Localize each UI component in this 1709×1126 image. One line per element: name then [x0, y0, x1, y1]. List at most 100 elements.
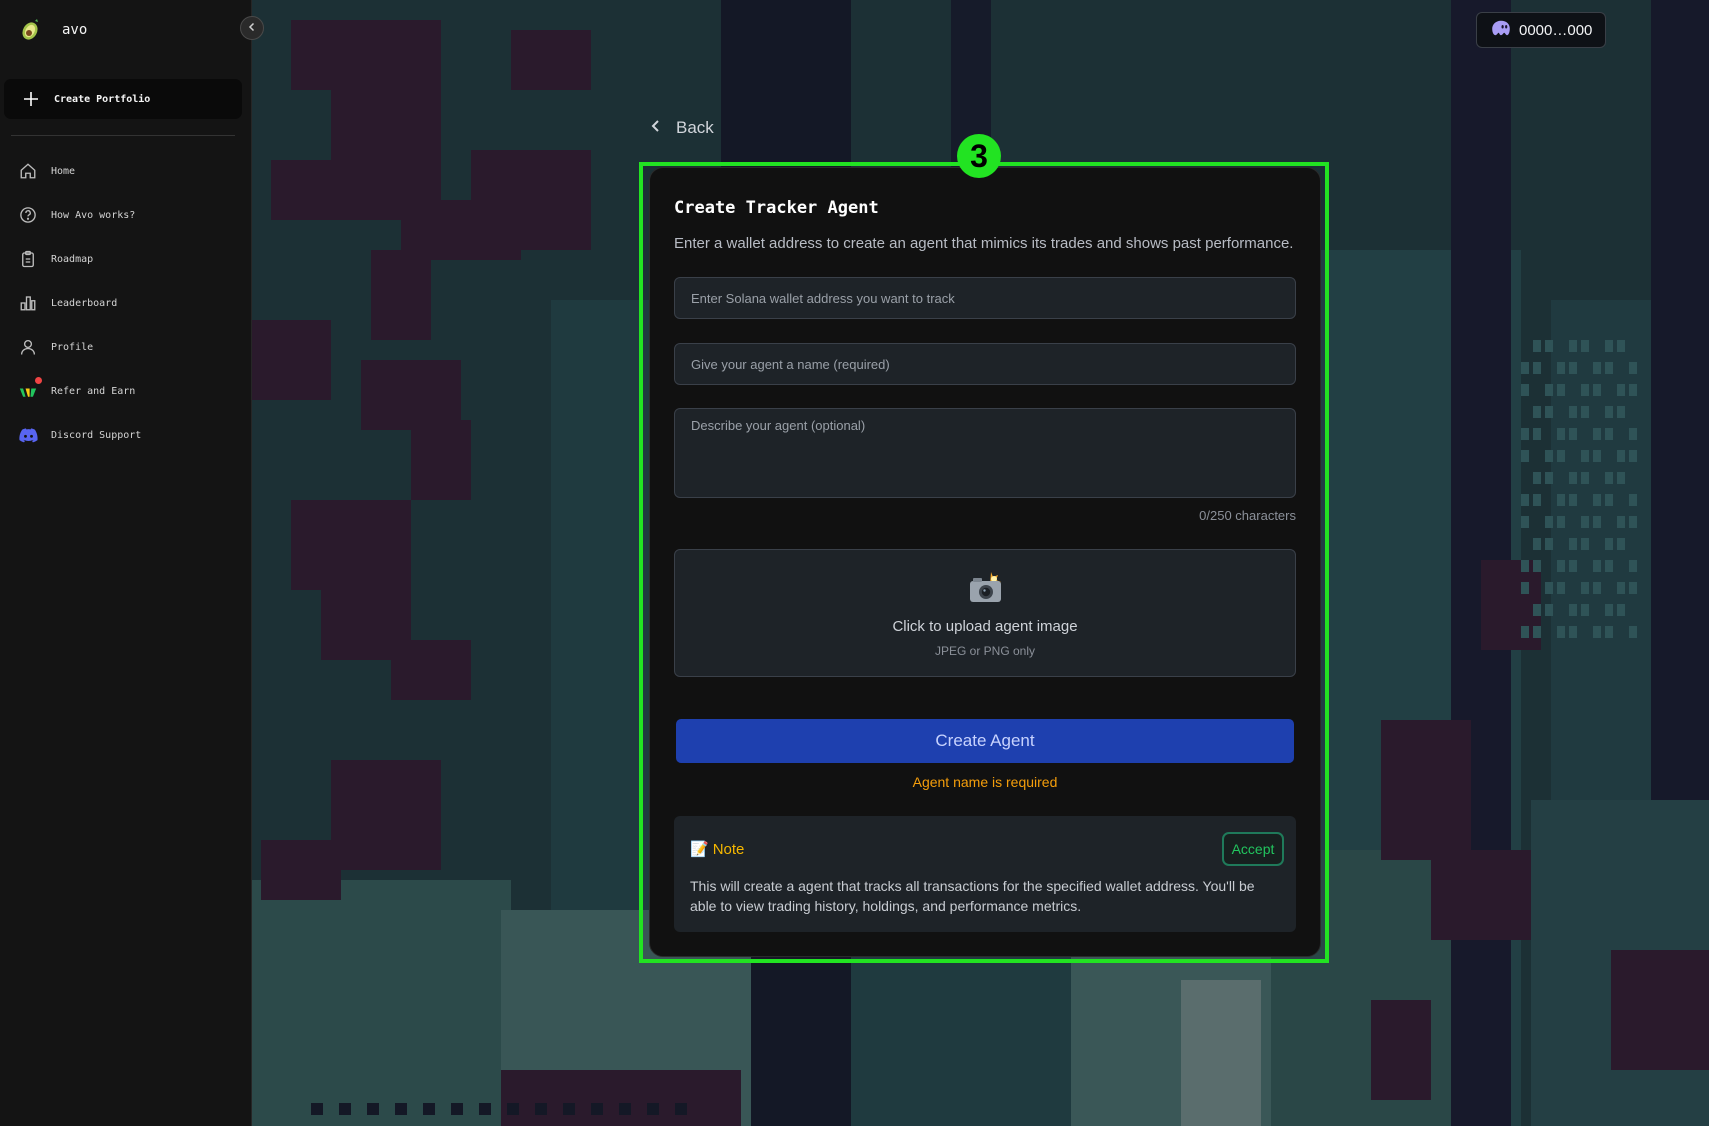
chevron-left-icon — [650, 119, 662, 138]
sidebar-item-how-avo-works[interactable]: How Avo works? — [0, 193, 251, 237]
note-body: This will create a agent that tracks all… — [690, 878, 1255, 914]
background-window — [1581, 406, 1589, 418]
background-pixel-block — [1181, 980, 1261, 1126]
note-panel: 📝 Note Accept This will create a agent t… — [674, 816, 1296, 932]
background-window — [1629, 450, 1637, 462]
background-window — [1605, 560, 1613, 572]
camera-flash-icon — [967, 570, 1005, 604]
sidebar-item-roadmap[interactable]: Roadmap — [0, 237, 251, 281]
background-pixel-block — [251, 320, 331, 400]
background-pixel-block — [1431, 850, 1531, 940]
notification-dot — [35, 377, 42, 384]
sidebar-item-discord-support[interactable]: Discord Support — [0, 413, 251, 457]
background-pixel-block — [411, 420, 471, 500]
background-pixel-block — [261, 840, 341, 900]
plus-icon — [20, 91, 42, 107]
background-window — [1593, 626, 1601, 638]
background-window — [1533, 560, 1541, 572]
background-pixel-block — [1651, 0, 1709, 800]
background-window — [1533, 362, 1541, 374]
background-window — [1581, 450, 1589, 462]
background-window — [591, 1103, 603, 1115]
background-window — [1557, 516, 1565, 528]
background-window — [1545, 516, 1553, 528]
background-window — [1581, 472, 1589, 484]
background-window — [1545, 450, 1553, 462]
sidebar-item-home[interactable]: Home — [0, 149, 251, 193]
background-window — [1557, 626, 1565, 638]
wallet-button[interactable]: 0000…000 — [1476, 12, 1606, 48]
sidebar-item-label: Leaderboard — [51, 297, 118, 309]
discord-icon — [17, 424, 39, 446]
background-window — [1605, 494, 1613, 506]
background-window — [1521, 626, 1529, 638]
background-pixel-block — [291, 500, 411, 590]
background-window — [1521, 516, 1529, 528]
background-window — [1593, 428, 1601, 440]
sidebar-nav: Home How Avo works? Roadmap Leaderboard … — [0, 149, 251, 457]
background-window — [479, 1103, 491, 1115]
background-window — [1629, 384, 1637, 396]
background-window — [1521, 384, 1529, 396]
agent-image-upload[interactable]: Click to upload agent image JPEG or PNG … — [674, 549, 1296, 677]
background-window — [1533, 340, 1541, 352]
background-window — [1569, 626, 1577, 638]
background-window — [1581, 538, 1589, 550]
background-window — [1569, 538, 1577, 550]
background-window — [1593, 450, 1601, 462]
background-window — [1581, 340, 1589, 352]
background-window — [1593, 494, 1601, 506]
accept-button[interactable]: Accept — [1222, 832, 1284, 866]
background-window — [1629, 582, 1637, 594]
form-description: Enter a wallet address to create an agen… — [674, 235, 1294, 252]
background-window — [1545, 604, 1553, 616]
bar-chart-icon — [17, 292, 39, 314]
help-circle-icon — [17, 204, 39, 226]
note-header: 📝 Note — [690, 840, 744, 859]
background-window — [1605, 538, 1613, 550]
background-window — [1617, 582, 1625, 594]
sidebar-item-profile[interactable]: Profile — [0, 325, 251, 369]
background-window — [1617, 516, 1625, 528]
sidebar-divider — [11, 135, 235, 136]
background-window — [1557, 362, 1565, 374]
background-window — [1629, 560, 1637, 572]
background-window — [1617, 450, 1625, 462]
agent-name-input[interactable]: Give your agent a name (required) — [674, 343, 1296, 385]
back-button[interactable]: Back — [650, 118, 714, 138]
create-agent-button[interactable]: Create Agent — [676, 719, 1294, 763]
background-window — [1557, 494, 1565, 506]
sidebar-item-label: Refer and Earn — [51, 385, 136, 397]
background-window — [1521, 450, 1529, 462]
back-label: Back — [676, 118, 714, 137]
collapse-sidebar-button[interactable] — [240, 16, 264, 40]
background-window — [507, 1103, 519, 1115]
background-pixel-block — [251, 880, 511, 1126]
background-window — [1617, 604, 1625, 616]
background-window — [1605, 472, 1613, 484]
sidebar-item-refer-and-earn[interactable]: Refer and Earn — [0, 369, 251, 413]
sidebar-item-label: Discord Support — [51, 429, 142, 441]
background-window — [1569, 472, 1577, 484]
background-pixel-block — [1611, 950, 1709, 1070]
wallet-address-input[interactable]: Enter Solana wallet address you want to … — [674, 277, 1296, 319]
sidebar-item-leaderboard[interactable]: Leaderboard — [0, 281, 251, 325]
home-icon — [17, 160, 39, 182]
background-window — [1545, 384, 1553, 396]
background-window — [1521, 494, 1529, 506]
agent-description-textarea[interactable]: Describe your agent (optional) — [674, 408, 1296, 498]
sidebar-item-label: How Avo works? — [51, 209, 136, 221]
background-window — [1581, 604, 1589, 616]
create-portfolio-button[interactable]: Create Portfolio — [4, 79, 242, 119]
user-icon — [17, 336, 39, 358]
background-window — [1605, 626, 1613, 638]
background-window — [367, 1103, 379, 1115]
upload-title: Click to upload agent image — [892, 618, 1078, 635]
brand[interactable]: avo — [18, 18, 87, 42]
brand-name: avo — [62, 22, 88, 38]
background-window — [1545, 340, 1553, 352]
background-window — [1629, 494, 1637, 506]
sidebar-item-label: Home — [51, 165, 76, 177]
background-window — [1557, 560, 1565, 572]
background-window — [675, 1103, 687, 1115]
